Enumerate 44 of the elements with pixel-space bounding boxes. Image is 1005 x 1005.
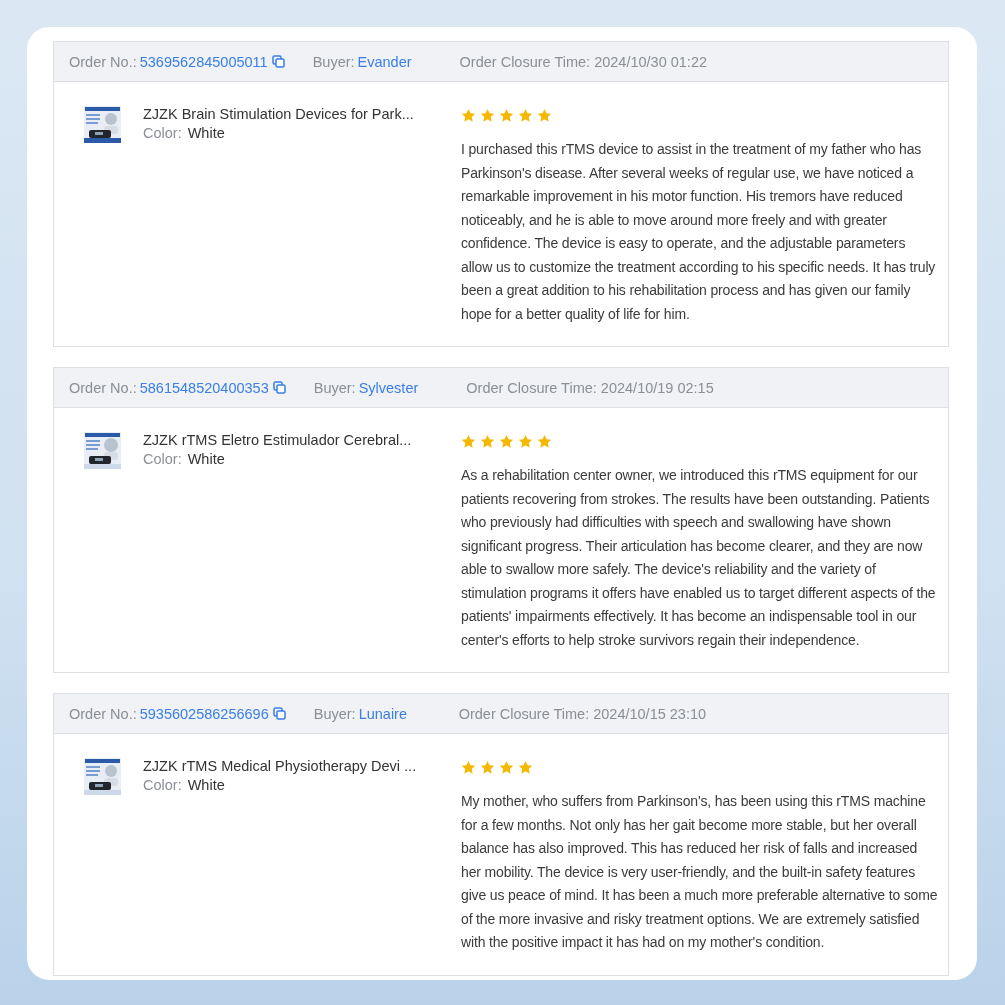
star-icon: [480, 434, 495, 449]
star-icon: [518, 108, 533, 123]
review-text: My mother, who suffers from Parkinson's, has been using this rTMS machine for a few months. Not only has her gait become more stable, but her overall balance has also improved. This has reduced her risk of falls and increased her mobility. The device is very user-friendly, and the built-in safety features give us peace of mind. It has been a much more preferable alternative to some of the more invasive and risky treatment options. We are extremely satisfied with the positive impact it has had on my mother's condition.: [461, 792, 939, 952]
star-icon: [518, 434, 533, 449]
closure-time: Order Closure Time: 2024/10/19 02:15: [466, 379, 714, 396]
buyer-label: Buyer:: [313, 379, 356, 396]
copy-icon[interactable]: [271, 55, 285, 68]
buyer-name: Sylvester: [358, 379, 419, 396]
star-icon: [518, 760, 533, 775]
star-icon: [461, 434, 476, 449]
color-value: White: [187, 125, 225, 141]
star-icon: [499, 434, 514, 449]
review-text: I purchased this rTMS device to assist in the treatment of my father who has Parkinson's disease. After several weeks of regular use, we have noticed a remarkable improvement in his motor function. His tremors have reduced noticeably, and he is able to move around more freely and with greater confidence. The device is easy to operate, and the adjustable parameters allow us to customize the treatment according to his specific needs. It has truly been a great addition to his rehabilitation process and has given our family hope for a better quality of life for him.: [461, 140, 937, 324]
buyer-label: Buyer:: [313, 705, 356, 722]
star-icon: [537, 108, 552, 123]
star-icon: [499, 760, 514, 775]
order-label: Order No.:: [69, 705, 137, 722]
color-label: Color:: [143, 125, 182, 141]
star-icon: [461, 108, 476, 123]
order-number[interactable]: 5861548520400353: [139, 379, 269, 396]
order-number[interactable]: 5369562845005011: [139, 53, 268, 70]
buyer-name: Evander: [357, 53, 412, 70]
closure-time: Order Closure Time: 2024/10/30 01:22: [459, 53, 708, 70]
star-icon: [480, 108, 495, 123]
copy-icon[interactable]: [272, 381, 286, 394]
buyer-name: Lunaire: [358, 705, 408, 722]
color-label: Color:: [143, 451, 182, 467]
copy-icon[interactable]: [272, 707, 286, 720]
color-label: Color:: [143, 777, 182, 793]
product-title[interactable]: ZJZK Brain Stimulation Devices for Park...: [143, 106, 414, 122]
order-label: Order No.:: [69, 379, 137, 396]
star-icon: [537, 434, 552, 449]
order-label: Order No.:: [69, 53, 137, 70]
star-icon: [480, 760, 495, 775]
order-number[interactable]: 5935602586256696: [139, 705, 269, 722]
product-title[interactable]: ZJZK rTMS Eletro Estimulador Cerebral...: [143, 432, 412, 448]
product-title[interactable]: ZJZK rTMS Medical Physiotherapy Devi ...: [143, 758, 417, 774]
closure-time: Order Closure Time: 2024/10/15 23:10: [458, 705, 707, 722]
color-value: White: [187, 777, 225, 793]
star-icon: [499, 108, 514, 123]
buyer-label: Buyer:: [312, 53, 355, 70]
color-value: White: [187, 451, 225, 467]
star-icon: [461, 760, 476, 775]
review-text: As a rehabilitation center owner, we introduced this rTMS equipment for our patients recovering from strokes. The results have been outstanding. Patients who previously had difficulties with speech and swallowing have shown significant progress. Their articulation has become clearer, and they are now able to swallow more safely. The device's reliability and the variety of stimulation programs it offers have enabled us to target different aspects of the patients' impairments effectively. It has become an indispensable tool in our center's efforts to help stroke survivors regain their independence.: [461, 466, 937, 650]
